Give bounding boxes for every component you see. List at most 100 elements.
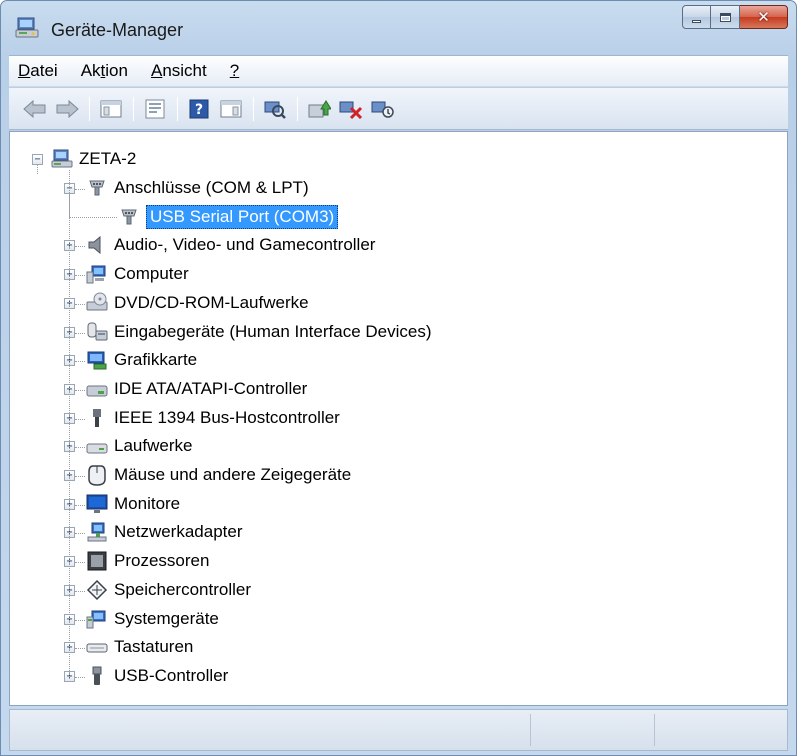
tree-category-label: Monitore bbox=[114, 493, 181, 513]
menu-datei-accel: D bbox=[18, 61, 31, 80]
tree-device-label: USB Serial Port (COM3) bbox=[146, 204, 339, 229]
tree-category-row[interactable]: + Eingabegeräte (Human Interface Devices) bbox=[10, 319, 570, 346]
tree-category-row[interactable]: + Systemgeräte bbox=[10, 606, 570, 633]
tree-category-row[interactable]: + Speichercontroller bbox=[10, 577, 570, 604]
tree-guide bbox=[75, 676, 85, 678]
tree-guide bbox=[75, 418, 85, 420]
tree-root-row[interactable]: − ZETA-2 bbox=[10, 146, 310, 173]
tree-guide bbox=[75, 619, 85, 621]
show-action-pane-icon bbox=[220, 100, 242, 117]
tree-category-row[interactable]: + Monitore bbox=[10, 491, 570, 518]
toolbar-separator bbox=[133, 96, 134, 121]
tree-guide bbox=[75, 303, 85, 305]
tree-category-label: Grafikkarte bbox=[114, 350, 198, 370]
update-driver-button[interactable] bbox=[305, 95, 333, 123]
menu-aktion[interactable]: Aktion bbox=[81, 61, 128, 81]
tree-category-row[interactable]: + Mäuse und andere Zeigegeräte bbox=[10, 462, 570, 489]
console-tree-button[interactable] bbox=[97, 95, 125, 123]
disable-device-button[interactable] bbox=[369, 95, 397, 123]
svg-text:?: ? bbox=[195, 102, 203, 118]
network-adapter-icon bbox=[87, 522, 107, 542]
tree-category-row[interactable]: + Tastaturen bbox=[10, 634, 570, 661]
tree-device-row-selected[interactable]: USB Serial Port (COM3) bbox=[10, 204, 430, 231]
tree-category-label: Mäuse und andere Zeigegeräte bbox=[114, 465, 352, 484]
tree-guide bbox=[75, 648, 85, 650]
title-bar[interactable]: Geräte-Manager ✕ bbox=[1, 1, 796, 47]
back-button[interactable] bbox=[21, 95, 49, 123]
menu-datei[interactable]: Datei bbox=[18, 61, 58, 81]
tree-category-row[interactable]: + Audio-, Video- und Gamecontroller bbox=[10, 232, 570, 259]
tree-category-label: USB-Controller bbox=[114, 665, 229, 685]
tree-category-row[interactable]: + USB-Controller bbox=[10, 663, 570, 690]
properties-button[interactable] bbox=[141, 95, 169, 123]
port-connector-icon bbox=[89, 180, 105, 196]
tree-category-label: Computer bbox=[114, 264, 189, 284]
uninstall-device-button[interactable] bbox=[337, 95, 365, 123]
tree-category-label: IDE ATA/ATAPI-Controller bbox=[114, 378, 308, 398]
tree-guide bbox=[75, 389, 85, 391]
help-icon: ? bbox=[189, 99, 209, 118]
action-pane-button[interactable] bbox=[217, 95, 245, 123]
tree-category-row[interactable]: + Prozessoren bbox=[10, 548, 570, 575]
maximize-icon bbox=[719, 12, 731, 22]
menu-help[interactable]: ? bbox=[230, 61, 239, 81]
toolbar-separator bbox=[253, 96, 254, 121]
close-button[interactable]: ✕ bbox=[740, 5, 788, 29]
status-pane bbox=[654, 714, 787, 746]
tree-category-label: Speichercontroller bbox=[114, 579, 252, 599]
tree-category-label: Audio-, Video- und Gamecontroller bbox=[114, 235, 376, 255]
forward-button[interactable] bbox=[53, 95, 81, 123]
scan-hardware-button[interactable] bbox=[261, 95, 289, 123]
storage-controller-icon bbox=[86, 579, 108, 600]
tree-category-label: Netzwerkadapter bbox=[114, 522, 243, 542]
minimize-button[interactable] bbox=[682, 5, 711, 29]
port-connector-icon bbox=[121, 209, 137, 225]
tree-category-row[interactable]: + Laufwerke bbox=[10, 433, 570, 460]
menu-ansicht-accel: A bbox=[150, 61, 163, 80]
device-tree[interactable]: − ZETA-2 − Anschlüsse (COM & LPT) USB Seri… bbox=[9, 131, 788, 706]
toolbar-separator bbox=[177, 96, 178, 121]
tree-category-row[interactable]: + IEEE 1394 Bus-Hostcontroller bbox=[10, 405, 570, 432]
dvd-drive-icon bbox=[86, 292, 108, 311]
display-adapter-icon bbox=[87, 351, 107, 370]
tree-guide bbox=[75, 332, 85, 334]
back-arrow-icon bbox=[23, 99, 46, 118]
tree-guide bbox=[75, 476, 85, 477]
tree-guide bbox=[75, 533, 85, 535]
properties-icon bbox=[145, 99, 165, 118]
menu-help-label: ? bbox=[229, 61, 240, 80]
collapse-icon[interactable]: − bbox=[32, 154, 43, 165]
show-hide-console-tree-icon bbox=[100, 100, 122, 117]
tree-guide bbox=[75, 246, 85, 248]
tree-category-row[interactable]: + Grafikkarte bbox=[10, 347, 570, 374]
maximize-button[interactable] bbox=[711, 5, 740, 29]
device-manager-window: Geräte-Manager ✕ Datei Aktion Ansicht ? … bbox=[0, 0, 797, 756]
toolbar-separator bbox=[297, 96, 298, 121]
status-bar bbox=[9, 709, 788, 751]
hard-drive-icon bbox=[86, 443, 108, 454]
system-device-icon bbox=[86, 610, 106, 628]
tree-guide bbox=[75, 562, 85, 564]
menu-ansicht[interactable]: Ansicht bbox=[151, 61, 207, 81]
tree-category-label: Tastaturen bbox=[114, 637, 194, 657]
tree-category-row[interactable]: + IDE ATA/ATAPI-Controller bbox=[10, 376, 570, 403]
tree-guide bbox=[75, 590, 85, 592]
menu-ansicht-rest: nsicht bbox=[162, 61, 207, 80]
ieee1394-icon bbox=[93, 408, 101, 427]
tree-category-row[interactable]: − Anschlüsse (COM & LPT) bbox=[10, 175, 570, 202]
menu-bar: Datei Aktion Ansicht ? bbox=[9, 55, 788, 87]
tree-category-row[interactable]: + DVD/CD-ROM-Laufwerke bbox=[10, 290, 570, 317]
tree-guide bbox=[75, 361, 85, 363]
help-button[interactable]: ? bbox=[185, 95, 213, 123]
menu-aktion-rest: ion bbox=[105, 61, 128, 80]
tree-category-label: Laufwerke bbox=[114, 436, 193, 456]
hid-icon bbox=[87, 322, 108, 340]
status-pane bbox=[530, 714, 654, 746]
tree-category-label: Anschlüsse (COM & LPT) bbox=[114, 178, 309, 197]
tree-category-label: IEEE 1394 Bus-Hostcontroller bbox=[114, 407, 340, 427]
minimize-icon bbox=[692, 19, 701, 23]
tree-category-row[interactable]: + Computer bbox=[10, 261, 570, 288]
tree-guide bbox=[75, 275, 85, 277]
computer-network-icon bbox=[51, 149, 73, 168]
tree-category-row[interactable]: + Netzwerkadapter bbox=[10, 519, 570, 546]
